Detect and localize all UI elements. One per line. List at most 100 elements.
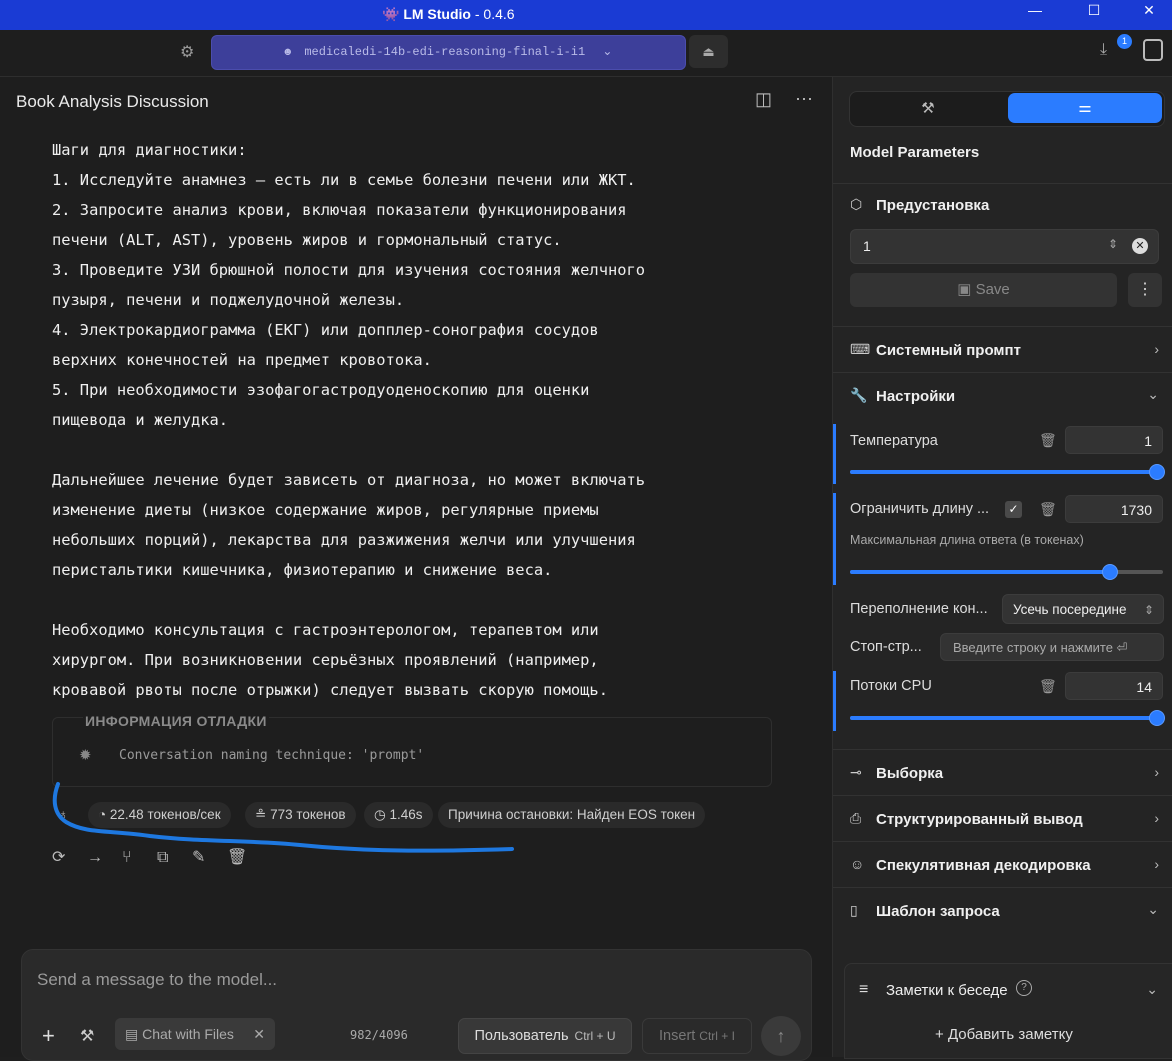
chat-notes-panel: ≡ Заметки к беседе ? ⌄ + Добавить заметк… [844,963,1172,1059]
cpu-threads-input[interactable]: 14 [1065,672,1163,700]
clock-icon: ◷ [374,807,390,822]
limit-length-label: Ограничить длину ... [850,501,990,517]
debug-text: Conversation naming technique: 'prompt' [119,748,425,763]
sampling-icon: ⊸ [850,764,862,780]
clear-preset-icon[interactable]: ✕ [1132,238,1148,254]
bug-icon: ✹ [79,747,92,764]
structured-output-section[interactable]: ⎙ Структурированный вывод › [833,795,1172,841]
sidebar-tabs: ⚒ ⚌ [849,91,1165,127]
regenerate-icon[interactable]: ⟳ [52,847,87,867]
max-tokens-slider[interactable] [850,564,1163,580]
downloads-icon[interactable]: ⤓ [1100,41,1107,59]
stop-reason-chip: Причина остановки: Найден EOS токен [438,802,706,828]
prompt-icon: ⌨ [850,341,871,357]
debug-heading: ИНФОРМАЦИЯ ОТЛАДКИ [83,713,269,729]
prompt-template-label: Шаблон запроса [876,903,1000,920]
hammer-icon: ⚒ [921,100,935,117]
copy-icon[interactable]: ⧉ [157,849,192,867]
preset-more-button[interactable]: ⋮ [1128,273,1162,307]
app-name: LM Studio [403,6,471,22]
stop-strings-input[interactable]: Введите строку и нажмите ⏎ [940,633,1164,661]
overflow-label: Переполнение кон... [850,601,988,617]
speed-value: 22.48 токенов/сек [109,807,221,822]
settings-label[interactable]: Настройки [876,388,955,405]
token-counter: 982/4096 [350,1028,408,1042]
sampling-section[interactable]: ⊸ Выборка › [833,749,1172,795]
role-button[interactable]: Пользователь Ctrl + U [458,1018,632,1054]
insert-button[interactable]: Insert Ctrl + I [642,1018,752,1054]
message-composer[interactable]: Send a message to the model... + ⚒ ▤ Cha… [21,949,812,1061]
toggle-sidebar-icon[interactable] [1143,39,1163,61]
add-note-button[interactable]: + Добавить заметку [935,1026,1073,1043]
sliders-icon: ⚌ [1078,99,1092,116]
tab-tools[interactable]: ⚒ [850,92,1006,126]
chevron-down-icon[interactable]: ⌄ [1146,981,1158,998]
trash-icon[interactable]: 🗑 [1039,678,1057,695]
time-value: 1.46s [389,807,423,822]
overflow-select[interactable]: Усечь посередине ⇕ [1002,594,1164,624]
right-sidebar: ⚒ ⚌ Model Parameters ⬡ Предустановка 1 ⇕… [832,77,1172,1059]
slider-knob[interactable] [1101,564,1118,580]
add-attachment-icon[interactable]: + [42,1023,55,1049]
gear-icon[interactable]: ⚙ [180,42,194,62]
overflow-value: Усечь посередине [1013,602,1127,617]
cube-icon: ⬡ [850,196,863,212]
chat-with-files-label: Chat with Files [142,1026,234,1042]
chat-panel: Book Analysis Discussion ◫ ⋯ Шаги для ди… [0,77,832,1061]
trash-icon[interactable]: 🗑 [1039,432,1057,449]
app-version: - 0.4.6 [474,6,515,22]
max-tokens-sublabel: Максимальная длина ответа (в токенах) [850,533,1084,547]
top-toolbar: ⚙ ☻ medicaledi-14b-edi-reasoning-final-i… [0,30,1172,77]
preset-select[interactable]: 1 ⇕ ✕ [850,229,1159,264]
minimize-button[interactable]: — [1012,0,1058,22]
tab-parameters[interactable]: ⚌ [1008,93,1162,123]
chat-title: Book Analysis Discussion [16,92,209,111]
insert-label: Insert [659,1028,696,1044]
save-preset-button[interactable]: ▣ Save [850,273,1117,307]
more-options-icon[interactable]: ⋯ [795,89,813,109]
close-icon[interactable]: ✕ [253,1018,265,1050]
split-view-icon[interactable]: ◫ [755,89,772,109]
continue-icon[interactable]: → [87,849,122,867]
assistant-message: Шаги для диагностики: 1. Исследуйте анам… [52,135,792,705]
max-tokens-input[interactable]: 1730 [1065,495,1163,523]
slider-fill [850,716,1157,720]
model-selector[interactable]: ☻ medicaledi-14b-edi-reasoning-final-i-i… [211,35,686,70]
speculative-decoding-section[interactable]: ☺ Спекулятивная декодировка › [833,841,1172,887]
message-actions: ⟳ → ⑂ ⧉ ✎ 🗑 [52,847,262,867]
trash-icon[interactable]: 🗑 [1039,501,1057,518]
plus-icon: + [935,1026,948,1043]
sampling-label: Выборка [876,765,944,782]
temperature-input[interactable]: 1 [1065,426,1163,454]
maximize-button[interactable]: ☐ [1071,0,1117,22]
lightbulb-icon[interactable]: ♁ [58,806,69,822]
edit-icon[interactable]: ✎ [192,847,227,867]
tools-icon[interactable]: ⚒ [80,1026,94,1046]
prompt-template-section[interactable]: ▯ Шаблон запроса ⌄ [833,887,1172,948]
gauge-icon: ◔ [98,807,110,822]
eject-model-button[interactable]: ⏏ [689,35,728,68]
limit-length-checkbox[interactable]: ✓ [1005,501,1022,518]
branch-icon[interactable]: ⑂ [122,849,157,867]
chevron-down-icon[interactable]: ⌄ [1147,386,1159,403]
cpu-threads-slider[interactable] [850,710,1165,726]
files-icon: ▤ [125,1026,139,1042]
slider-knob[interactable] [1148,464,1165,480]
sidebar-heading: Model Parameters [850,144,980,161]
close-button[interactable]: ✕ [1126,0,1172,22]
message-input[interactable]: Send a message to the model... [37,970,277,990]
window-title: 👾 LM Studio - 0.4.6 [382,6,515,23]
tokens-value: 773 токенов [270,807,346,822]
help-icon[interactable]: ? [1016,980,1032,996]
send-button[interactable]: ↑ [761,1016,801,1056]
system-prompt-section[interactable]: ⌨ Системный промпт › [833,326,1172,372]
chevron-down-icon: ⌄ [1147,901,1159,917]
wrench-icon: 🔧 [850,387,868,403]
chat-with-files-chip[interactable]: ▤ Chat with Files ✕ [115,1018,275,1050]
delete-icon[interactable]: 🗑 [227,847,262,867]
chevron-right-icon: › [1154,764,1159,780]
temperature-slider[interactable] [850,464,1165,480]
speculative-decoding-label: Спекулятивная декодировка [876,857,1091,874]
active-indicator [833,671,836,731]
slider-knob[interactable] [1148,710,1165,726]
